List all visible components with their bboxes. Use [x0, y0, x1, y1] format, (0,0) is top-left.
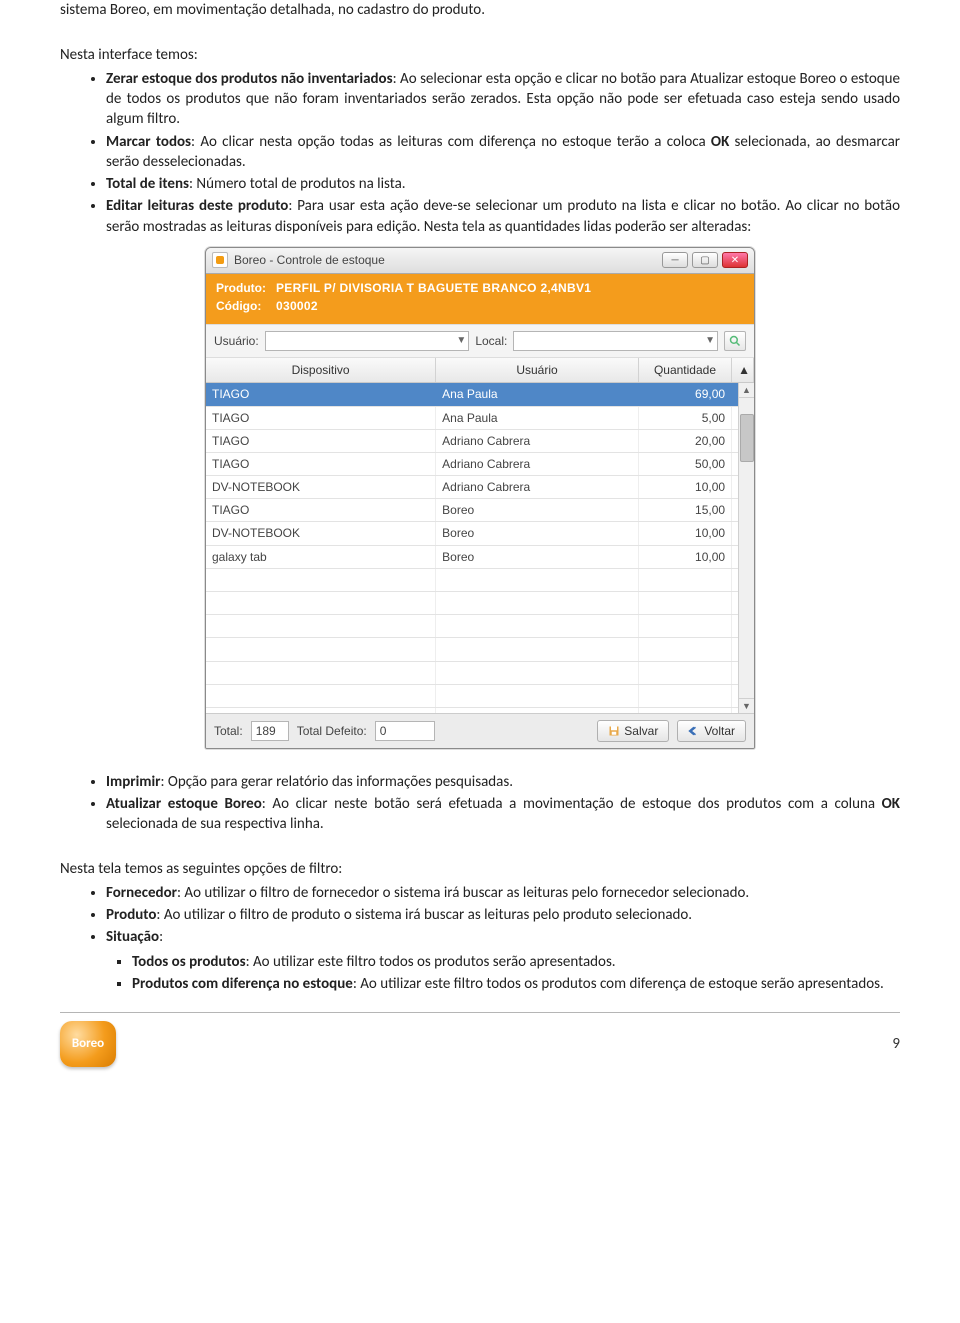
cell-quantidade: 10,00 — [639, 476, 732, 498]
footer-rule — [60, 1012, 900, 1013]
user-filter-combo[interactable]: ▼ — [265, 331, 470, 351]
defeito-label: Total Defeito: — [297, 723, 367, 739]
minimize-button[interactable]: ─ — [662, 252, 688, 268]
cell-usuario: Ana Paula — [436, 407, 639, 429]
readings-grid: Dispositivo Usuário Quantidade ▲ TIAGOAn… — [206, 358, 754, 713]
table-row-empty — [206, 708, 754, 713]
bullet-imprimir: Imprimir: Opção para gerar relatório das… — [106, 772, 900, 792]
chevron-down-icon: ▼ — [456, 334, 466, 348]
back-icon — [688, 725, 700, 737]
bullet-atualizar: Atualizar estoque Boreo: Ao clicar neste… — [106, 794, 900, 835]
code-value: 030002 — [276, 298, 318, 314]
filter-bar: Usuário: ▼ Local: ▼ — [206, 324, 754, 358]
chevron-down-icon: ▼ — [705, 334, 715, 348]
cell-dispositivo: DV-NOTEBOOK — [206, 522, 436, 544]
table-row[interactable]: DV-NOTEBOOKAdriano Cabrera10,00 — [206, 476, 754, 499]
scroll-down-arrow[interactable]: ▼ — [739, 698, 754, 713]
search-button[interactable] — [724, 331, 746, 351]
product-label: Produto: — [216, 280, 276, 296]
cell-usuario: Adriano Cabrera — [436, 453, 639, 475]
col-dispositivo[interactable]: Dispositivo — [206, 358, 436, 382]
close-button[interactable]: ✕ — [722, 252, 748, 268]
table-row-empty — [206, 638, 754, 661]
save-button[interactable]: Salvar — [597, 720, 669, 742]
window-title: Boreo - Controle de estoque — [234, 252, 662, 268]
cell-usuario: Adriano Cabrera — [436, 476, 639, 498]
table-row[interactable]: TIAGOBoreo15,00 — [206, 499, 754, 522]
cell-dispositivo: TIAGO — [206, 453, 436, 475]
total-field: 189 — [251, 721, 289, 741]
sort-indicator[interactable]: ▲ — [732, 358, 754, 382]
product-header: Produto: PERFIL P/ DIVISORIA T BAGUETE B… — [206, 274, 754, 324]
boreo-logo: Boreo — [60, 1021, 116, 1067]
bullet-zerar: Zerar estoque dos produtos não inventari… — [106, 69, 900, 130]
table-row-empty — [206, 615, 754, 638]
cell-usuario: Boreo — [436, 522, 639, 544]
cell-dispositivo: TIAGO — [206, 407, 436, 429]
scroll-thumb[interactable] — [740, 414, 754, 462]
table-row[interactable]: galaxy tabBoreo10,00 — [206, 546, 754, 569]
bullet-marcar: Marcar todos: Ao clicar nesta opção toda… — [106, 132, 900, 173]
section2-lead: Nesta tela temos as seguintes opções de … — [60, 859, 900, 879]
user-filter-label: Usuário: — [214, 333, 259, 349]
grid-header: Dispositivo Usuário Quantidade ▲ — [206, 358, 754, 383]
table-row[interactable]: TIAGOAna Paula69,00 — [206, 383, 754, 406]
cell-quantidade: 15,00 — [639, 499, 732, 521]
cell-quantidade: 20,00 — [639, 430, 732, 452]
page-footer: Boreo 9 — [60, 1021, 900, 1067]
table-row[interactable]: DV-NOTEBOOKBoreo10,00 — [206, 522, 754, 545]
cell-dispositivo: TIAGO — [206, 499, 436, 521]
bullet-fornecedor: Fornecedor: Ao utilizar o filtro de forn… — [106, 883, 900, 903]
table-row-empty — [206, 685, 754, 708]
cell-dispositivo: TIAGO — [206, 383, 436, 405]
save-icon — [608, 725, 620, 737]
cell-dispositivo: galaxy tab — [206, 546, 436, 568]
cell-usuario: Adriano Cabrera — [436, 430, 639, 452]
cell-usuario: Boreo — [436, 499, 639, 521]
cell-usuario: Boreo — [436, 546, 639, 568]
col-quantidade[interactable]: Quantidade — [639, 358, 732, 382]
cell-quantidade: 10,00 — [639, 546, 732, 568]
cell-usuario: Ana Paula — [436, 383, 639, 405]
table-row-empty — [206, 569, 754, 592]
table-row[interactable]: TIAGOAdriano Cabrera20,00 — [206, 430, 754, 453]
sub-diferenca: Produtos com diferença no estoque: Ao ut… — [132, 974, 900, 994]
table-row-empty — [206, 662, 754, 685]
cell-quantidade: 50,00 — [639, 453, 732, 475]
intro-line: sistema Boreo, em movimentação detalhada… — [60, 0, 900, 20]
back-button[interactable]: Voltar — [677, 720, 746, 742]
cell-quantidade: 69,00 — [639, 383, 732, 405]
page-number: 9 — [892, 1034, 900, 1054]
sub-todos: Todos os produtos: Ao utilizar este filt… — [132, 952, 900, 972]
cell-quantidade: 10,00 — [639, 522, 732, 544]
total-label: Total: — [214, 723, 243, 739]
local-filter-combo[interactable]: ▼ — [513, 331, 718, 351]
bullet-editar: Editar leituras deste produto: Para usar… — [106, 196, 900, 237]
cell-quantidade: 5,00 — [639, 407, 732, 429]
bullet-situacao: Situação: — [106, 927, 900, 947]
table-row[interactable]: TIAGOAdriano Cabrera50,00 — [206, 453, 754, 476]
cell-dispositivo: TIAGO — [206, 430, 436, 452]
cell-dispositivo: DV-NOTEBOOK — [206, 476, 436, 498]
section1-lead: Nesta interface temos: — [60, 45, 900, 65]
local-filter-label: Local: — [475, 333, 507, 349]
window-titlebar: Boreo - Controle de estoque ─ ▢ ✕ — [206, 248, 754, 274]
maximize-button[interactable]: ▢ — [692, 252, 718, 268]
window-footer: Total: 189 Total Defeito: 0 Salvar Volta… — [206, 713, 754, 748]
col-usuario[interactable]: Usuário — [436, 358, 639, 382]
bullet-total: Total de itens: Número total de produtos… — [106, 174, 900, 194]
search-icon — [729, 335, 741, 347]
table-row-empty — [206, 592, 754, 615]
code-label: Código: — [216, 298, 276, 314]
app-window: Boreo - Controle de estoque ─ ▢ ✕ Produt… — [205, 247, 755, 750]
document-body: sistema Boreo, em movimentação detalhada… — [60, 0, 900, 1067]
product-value: PERFIL P/ DIVISORIA T BAGUETE BRANCO 2,4… — [276, 280, 591, 296]
bullet-produto: Produto: Ao utilizar o filtro de produto… — [106, 905, 900, 925]
scroll-up-arrow[interactable]: ▲ — [739, 383, 754, 398]
app-icon — [212, 252, 228, 268]
vertical-scrollbar[interactable]: ▲ ▼ — [738, 383, 754, 713]
defeito-field: 0 — [375, 721, 435, 741]
table-row[interactable]: TIAGOAna Paula5,00 — [206, 407, 754, 430]
grid-body: TIAGOAna Paula69,00TIAGOAna Paula5,00TIA… — [206, 383, 754, 713]
